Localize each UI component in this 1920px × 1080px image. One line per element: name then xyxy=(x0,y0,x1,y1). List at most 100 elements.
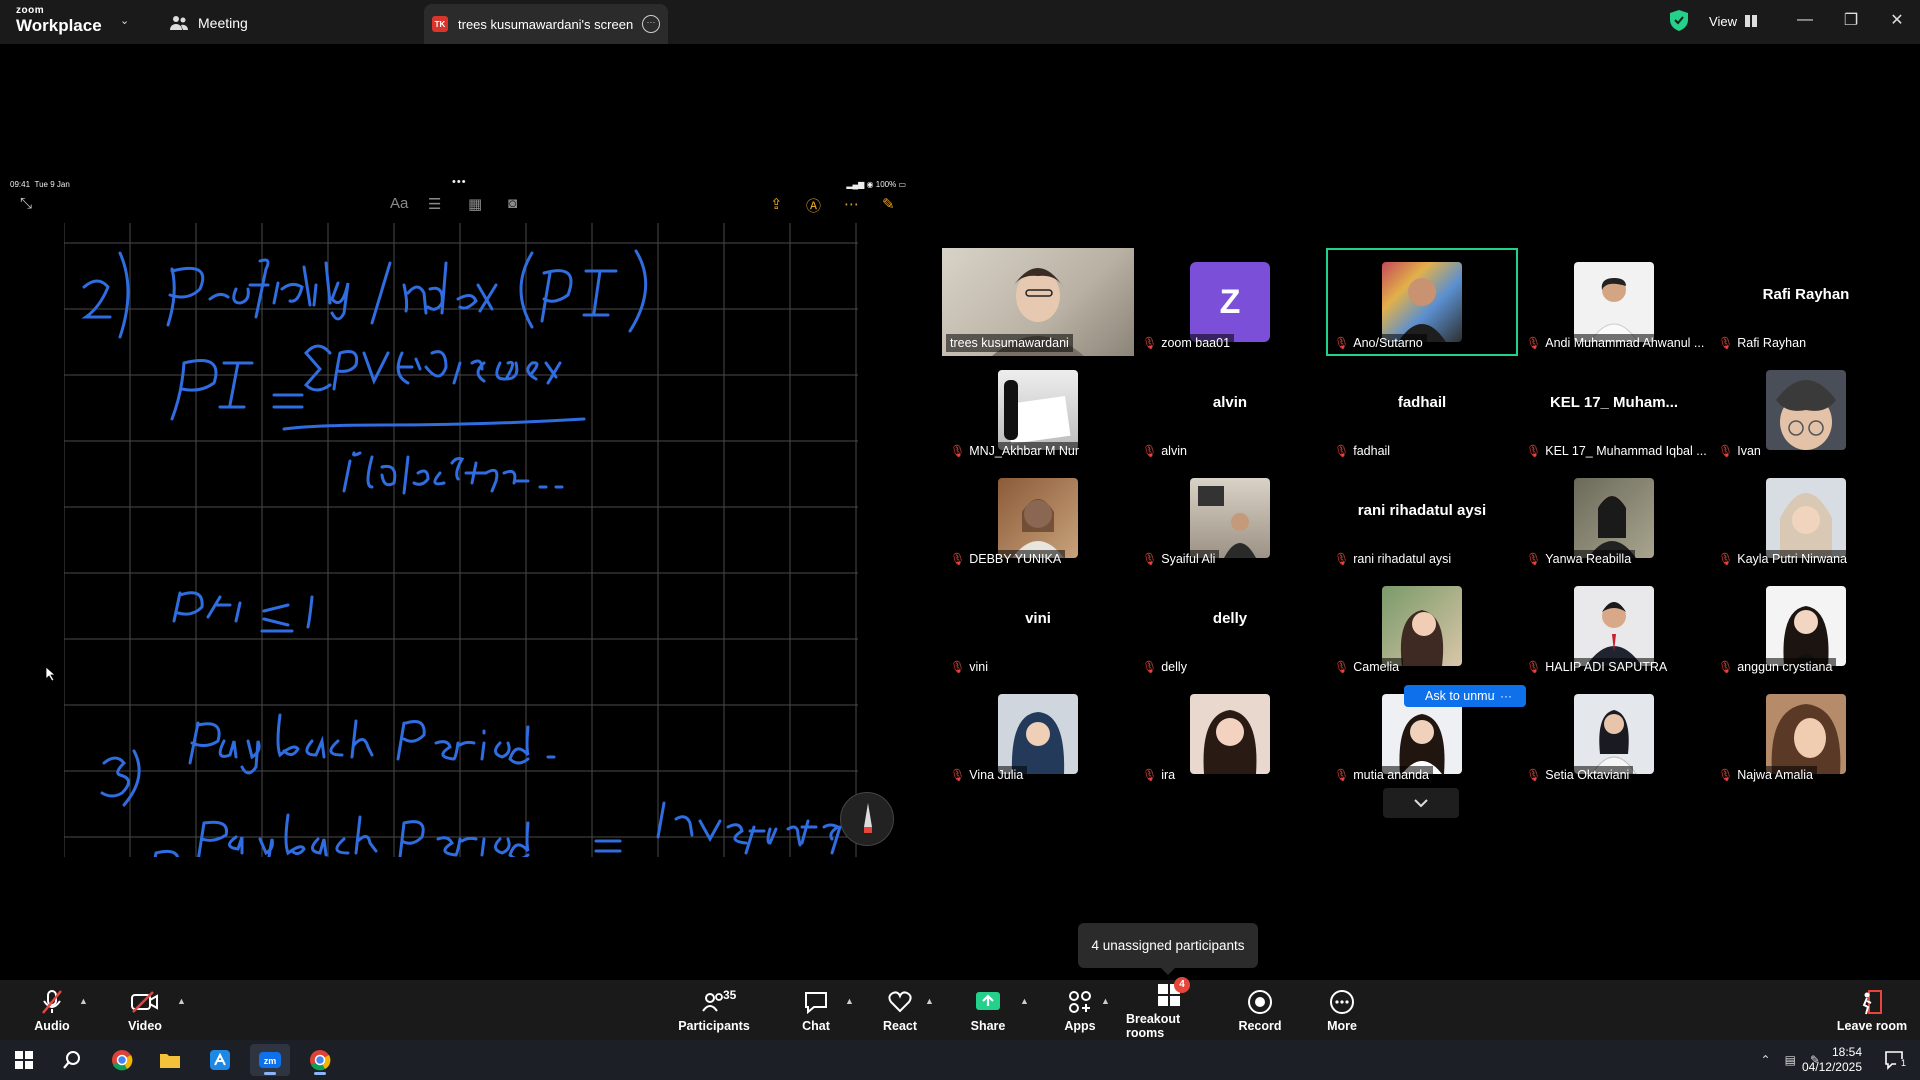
share-options-caret-icon[interactable]: ▲ xyxy=(1020,996,1029,1006)
participant-tile[interactable]: KEL 17_ Muham... 🎙︎ KEL 17_ Muhammad Iqba… xyxy=(1518,356,1710,464)
pencil-tool-button[interactable] xyxy=(840,792,894,846)
chrome-running-icon[interactable] xyxy=(300,1044,340,1076)
apps-label: Apps xyxy=(1064,1018,1096,1033)
participant-tile[interactable]: Z 🎙︎ zoom baa01 xyxy=(1134,248,1326,356)
share-screen-icon xyxy=(975,988,1001,1016)
chat-label: Chat xyxy=(802,1018,830,1033)
breakout-rooms-label: Breakout rooms xyxy=(1126,1011,1181,1040)
tile-more-options-button[interactable]: ··· xyxy=(1495,685,1517,707)
mic-muted-icon: 🎙︎ xyxy=(950,444,966,458)
tab-shared-screen[interactable]: TK trees kusumawardani's screen ··· xyxy=(424,4,668,44)
more-options-icon: ⋯ xyxy=(844,196,859,213)
clock-time: 18:54 xyxy=(1831,1045,1862,1059)
participant-tile[interactable]: 🎙︎ Andi Muhammad Ahwanul ... xyxy=(1518,248,1710,356)
participant-tile[interactable]: 🎙︎ MNJ_Akhbar M Nur xyxy=(942,356,1134,464)
participant-tile[interactable]: 🎙︎ Syaiful Ali xyxy=(1134,464,1326,572)
participant-tile[interactable]: 🎙︎ ira xyxy=(1134,680,1326,788)
video-label: Video xyxy=(128,1018,162,1033)
participant-tile[interactable]: 🎙︎ Kayla Putri Nirwana xyxy=(1710,464,1902,572)
video-button[interactable]: Video xyxy=(120,980,170,1040)
app-store-icon[interactable] xyxy=(200,1044,240,1076)
participant-tile[interactable]: 🎙︎ anggun crystiana xyxy=(1710,572,1902,680)
participant-tile[interactable]: 🎙︎ Camelia xyxy=(1326,572,1518,680)
participant-count: 35 xyxy=(723,987,737,1002)
shared-screen[interactable]: 09:41 Tue 9 Jan ••• ▂▄▆ ◉ 100% ▭ ⤡ Aa ☰ … xyxy=(6,177,912,857)
participant-avatar: Z xyxy=(1190,262,1270,342)
participant-tile[interactable]: 🎙︎ DEBBY YUNIKA xyxy=(942,464,1134,572)
participant-tile[interactable]: 🎙︎ Setia Oktaviani xyxy=(1518,680,1710,788)
participant-tile[interactable]: alvin 🎙︎ alvin xyxy=(1134,356,1326,464)
mic-muted-icon: 🎙︎ xyxy=(1718,336,1734,350)
participant-name-label: 🎙︎ fadhail xyxy=(1330,442,1395,460)
participant-tile[interactable]: delly 🎙︎ delly xyxy=(1134,572,1326,680)
close-icon[interactable]: ✕ xyxy=(1874,0,1920,40)
more-button[interactable]: More xyxy=(1322,980,1362,1040)
file-explorer-icon[interactable] xyxy=(150,1044,190,1076)
meeting-people-icon xyxy=(170,16,188,30)
mic-muted-icon: 🎙︎ xyxy=(1718,660,1734,674)
search-icon[interactable] xyxy=(52,1044,92,1076)
chevron-up-icon[interactable]: ⌃ xyxy=(1761,1053,1771,1067)
participant-tile[interactable]: 🎙︎ Ivan xyxy=(1710,356,1902,464)
notification-center-icon[interactable]: 1 xyxy=(1884,1050,1906,1075)
tab-avatar-badge: TK xyxy=(432,16,448,32)
apps-options-caret-icon[interactable]: ▲ xyxy=(1101,996,1110,1006)
zoom-workplace-logo[interactable]: zoom Workplace xyxy=(16,6,102,35)
letter-avatar: Z xyxy=(1190,262,1270,342)
participant-avatar xyxy=(1190,694,1270,774)
apps-button[interactable]: Apps xyxy=(1060,980,1100,1040)
person-photo-icon xyxy=(1011,712,1065,774)
participant-name-label: 🎙︎ Camelia xyxy=(1330,658,1404,676)
zoom-taskbar-icon[interactable]: zm xyxy=(250,1044,290,1076)
chat-button[interactable]: Chat xyxy=(796,980,836,1040)
participant-tile[interactable]: fadhail 🎙︎ fadhail xyxy=(1326,356,1518,464)
gallery-next-page-button[interactable] xyxy=(1383,788,1459,818)
participant-name-label: 🎙︎ Setia Oktaviani xyxy=(1522,766,1634,784)
tab-meeting[interactable]: Meeting xyxy=(170,10,248,36)
apps-icon xyxy=(1068,988,1092,1016)
leave-room-button[interactable]: Leave room xyxy=(1836,980,1908,1040)
ipad-app-toolbar: ⤡ Aa ☰ ▦ ◙ ⇪ Ⓐ ⋯ ✎ xyxy=(6,191,912,223)
participant-tile[interactable]: Rafi Rayhan 🎙︎ Rafi Rayhan xyxy=(1710,248,1902,356)
react-button[interactable]: React xyxy=(880,980,920,1040)
participants-icon: 35 xyxy=(701,988,736,1016)
security-shield-icon[interactable] xyxy=(1670,10,1688,31)
mic-muted-icon: 🎙︎ xyxy=(1718,444,1734,458)
chevron-down-icon[interactable]: ⌄ xyxy=(120,14,129,27)
taskbar-clock[interactable]: 18:54 04/12/2025 xyxy=(1802,1045,1862,1075)
windows-start-icon[interactable] xyxy=(4,1044,44,1076)
share-button[interactable]: Share xyxy=(966,980,1010,1040)
network-icon[interactable]: ▤ xyxy=(1785,1053,1796,1067)
participants-button[interactable]: 35 Participants xyxy=(672,980,756,1040)
participant-avatar xyxy=(1574,586,1654,666)
chrome-icon[interactable] xyxy=(102,1044,142,1076)
video-options-caret-icon[interactable]: ▲ xyxy=(177,996,186,1006)
participant-name-label: trees kusumawardani xyxy=(946,334,1073,352)
record-button[interactable]: Record xyxy=(1238,980,1282,1040)
audio-button[interactable]: Audio xyxy=(30,980,74,1040)
participants-label: Participants xyxy=(678,1018,750,1033)
view-button[interactable]: View xyxy=(1700,8,1766,34)
tab-more-icon[interactable]: ··· xyxy=(642,15,660,33)
restore-icon[interactable]: ❐ xyxy=(1828,0,1874,40)
checklist-icon: ☰ xyxy=(428,196,442,213)
svg-text:zm: zm xyxy=(264,1056,277,1066)
participant-tile[interactable]: 🎙︎ HALIP ADI SAPUTRA xyxy=(1518,572,1710,680)
participant-tile-active-speaker[interactable]: 🎙︎ Ano/Sutarno xyxy=(1326,248,1518,356)
participant-name-label: 🎙︎ vini xyxy=(946,658,992,676)
breakout-rooms-button[interactable]: 4 Breakout rooms xyxy=(1126,976,1212,1040)
participant-avatar xyxy=(1574,694,1654,774)
participant-tile[interactable]: 🎙︎ Najwa Amalia xyxy=(1710,680,1902,788)
mic-muted-icon: 🎙︎ xyxy=(950,552,966,566)
participant-tile[interactable]: 🎙︎ Yanwa Reabilla xyxy=(1518,464,1710,572)
participant-tile[interactable]: vini 🎙︎ vini xyxy=(942,572,1134,680)
ipad-multitask-dots: ••• xyxy=(452,177,467,188)
chat-options-caret-icon[interactable]: ▲ xyxy=(845,996,854,1006)
participant-avatar xyxy=(1574,262,1654,342)
participant-tile[interactable]: trees kusumawardani xyxy=(942,248,1134,356)
audio-options-caret-icon[interactable]: ▲ xyxy=(79,996,88,1006)
minimize-icon[interactable]: — xyxy=(1782,0,1828,40)
react-options-caret-icon[interactable]: ▲ xyxy=(925,996,934,1006)
participant-tile[interactable]: 🎙︎ Vina Julia xyxy=(942,680,1134,788)
participant-tile[interactable]: rani rihadatul aysi 🎙︎ rani rihadatul ays… xyxy=(1326,464,1518,572)
